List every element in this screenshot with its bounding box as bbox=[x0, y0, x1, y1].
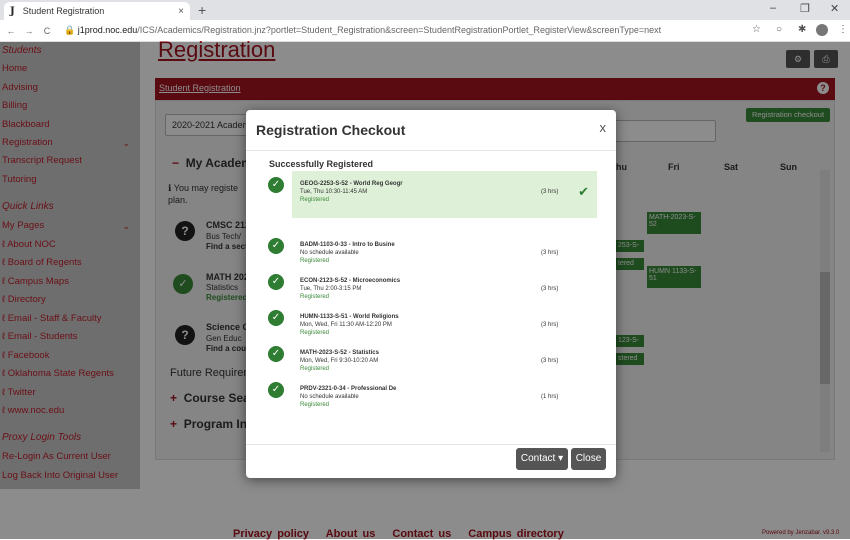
course-hours: (3 hrs) bbox=[541, 189, 559, 195]
close-icon[interactable]: x bbox=[600, 120, 607, 135]
browser-tab[interactable]: J Student Registration × bbox=[4, 2, 190, 20]
url-path: /ICS/Academics/Registration.jnz?portlet=… bbox=[137, 25, 662, 35]
list-item: ✓ PRDV-2321-0-34 - Professional De No sc… bbox=[268, 376, 597, 423]
course-hours: (3 hrs) bbox=[541, 358, 559, 364]
minimize-button[interactable]: – bbox=[770, 2, 776, 14]
modal-title: Registration Checkout bbox=[256, 122, 406, 138]
course-name: GEOG-2253-S-52 - World Reg Geogr bbox=[300, 181, 403, 187]
address-bar: ← → C 🔒 j1prod.noc.edu/ICS/Academics/Reg… bbox=[0, 20, 850, 42]
course-name: MATH-2023-S-52 - Statistics bbox=[300, 350, 379, 356]
maximize-button[interactable]: ❐ bbox=[800, 2, 810, 15]
url-host: j1prod.noc.edu bbox=[77, 25, 138, 35]
course-schedule: No schedule available bbox=[300, 394, 359, 400]
course-hours: (3 hrs) bbox=[541, 250, 559, 256]
url-field[interactable]: 🔒 j1prod.noc.edu/ICS/Academics/Registrat… bbox=[64, 25, 661, 36]
forward-icon[interactable]: → bbox=[22, 26, 36, 36]
reload-icon[interactable]: C bbox=[40, 26, 54, 36]
tab-title: Student Registration bbox=[22, 6, 105, 16]
lock-icon: 🔒 bbox=[64, 25, 76, 35]
course-schedule: Mon, Wed, Fri 11:30 AM-12:20 PM bbox=[300, 322, 392, 328]
course-hours: (1 hrs) bbox=[541, 394, 559, 400]
course-hours: (3 hrs) bbox=[541, 286, 559, 292]
course-name: HUMN-1133-S-51 - World Religions bbox=[300, 314, 399, 320]
registration-checkout-modal: Registration Checkout x Successfully Reg… bbox=[246, 110, 616, 478]
divider bbox=[246, 444, 616, 445]
course-schedule: Tue, Thu 10:30-11:45 AM bbox=[300, 189, 368, 195]
star-icon[interactable]: ☆ bbox=[752, 24, 761, 35]
avatar[interactable] bbox=[816, 24, 828, 36]
tick-icon: ✔ bbox=[578, 184, 589, 199]
check-icon: ✓ bbox=[268, 310, 284, 326]
window-close-button[interactable]: ✕ bbox=[830, 2, 839, 15]
tab-close-icon[interactable]: × bbox=[178, 6, 184, 17]
extension-icon[interactable]: ○ bbox=[776, 24, 782, 35]
course-name: ECON-2123-S-52 - Microeconomics bbox=[300, 278, 401, 284]
course-status: Registered bbox=[300, 258, 330, 264]
success-heading: Successfully Registered bbox=[269, 159, 374, 169]
check-icon: ✓ bbox=[268, 238, 284, 254]
close-button[interactable]: Close bbox=[571, 448, 606, 470]
course-status: Registered bbox=[300, 294, 330, 300]
course-schedule: No schedule available bbox=[300, 250, 359, 256]
course-name: PRDV-2321-0-34 - Professional De bbox=[300, 386, 397, 392]
divider bbox=[246, 150, 616, 151]
new-tab-button[interactable]: + bbox=[198, 2, 206, 18]
course-status: Registered bbox=[300, 402, 330, 408]
course-schedule: Mon, Wed, Fri 9:30-10:20 AM bbox=[300, 358, 379, 364]
course-schedule: Tue, Thu 2:00-3:15 PM bbox=[300, 286, 362, 292]
course-hours: (3 hrs) bbox=[541, 322, 559, 328]
list-item: ✓ GEOG-2253-S-52 - World Reg Geogr Tue, … bbox=[268, 171, 597, 218]
course-status: Registered bbox=[300, 366, 330, 372]
menu-icon[interactable]: ⋮ bbox=[838, 24, 848, 35]
puzzle-icon[interactable]: ✱ bbox=[798, 24, 806, 35]
check-icon: ✓ bbox=[268, 274, 284, 290]
check-icon: ✓ bbox=[268, 382, 284, 398]
course-status: Registered bbox=[300, 330, 330, 336]
back-icon[interactable]: ← bbox=[4, 26, 18, 36]
course-status: Registered bbox=[300, 197, 330, 203]
course-name: BADM-1103-0-33 - Intro to Busine bbox=[300, 242, 395, 248]
check-icon: ✓ bbox=[268, 346, 284, 362]
contact-button[interactable]: Contact ▾ bbox=[516, 448, 568, 470]
browser-tab-strip: J Student Registration × + – ❐ ✕ bbox=[0, 0, 850, 20]
favicon-icon: J bbox=[10, 5, 15, 17]
check-icon: ✓ bbox=[268, 177, 284, 193]
